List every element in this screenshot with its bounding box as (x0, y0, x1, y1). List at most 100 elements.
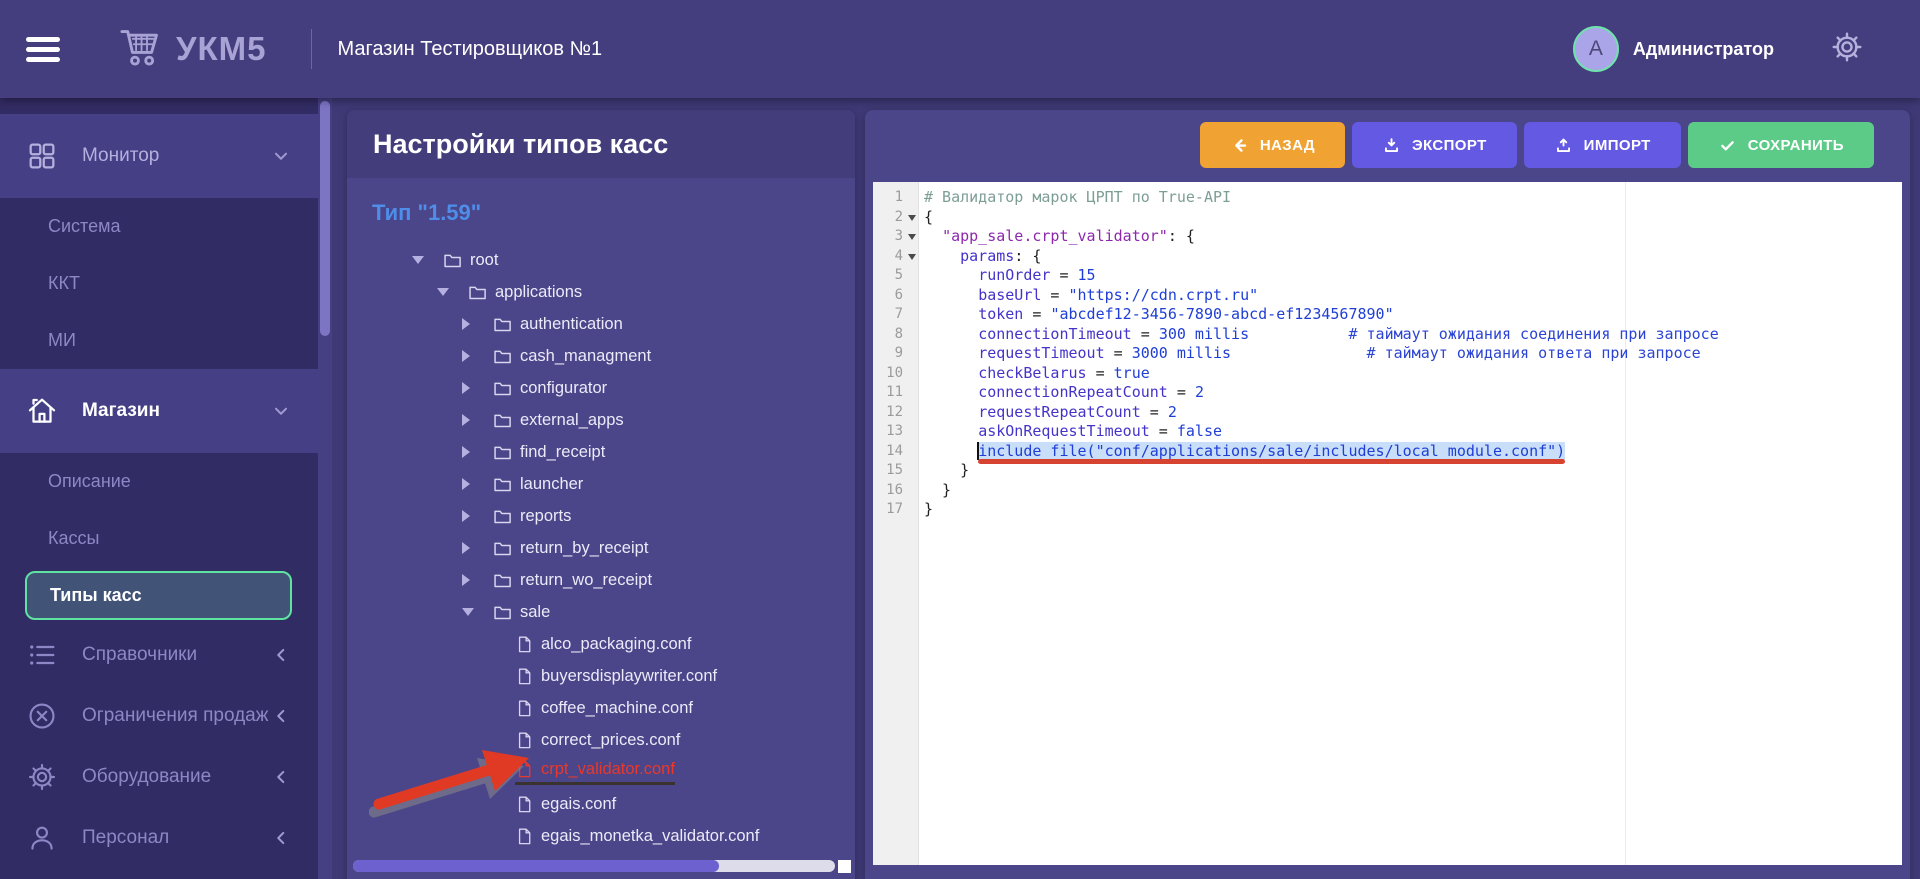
expand-arrow-icon[interactable] (462, 542, 492, 554)
file-icon (515, 731, 534, 750)
tree-node-label: sale (520, 602, 551, 621)
sidebar-section-1[interactable]: Монитор (0, 114, 318, 198)
tree-node[interactable]: buyersdisplaywriter.conf (347, 660, 855, 692)
menu-icon[interactable] (26, 32, 60, 67)
chevron-left-icon (270, 705, 292, 727)
user-name: Администратор (1632, 38, 1774, 59)
sidebar-section-label: Ограничения продаж (82, 704, 269, 726)
fold-arrow-icon[interactable] (908, 253, 916, 260)
code-line: include file("conf/applications/sale/inc… (924, 441, 1902, 462)
code-line: runOrder = 15 (978, 266, 1096, 284)
line-number: 10 (886, 364, 903, 381)
sidebar-item[interactable]: Описание (0, 453, 318, 510)
editor-code-area[interactable]: # Валидатор марок ЦРПТ по True-API{ "app… (919, 182, 1902, 865)
sidebar-section-label: Монитор (82, 145, 160, 166)
tree-node[interactable]: egais_monetka_validator.conf (347, 820, 855, 852)
cart-logo-icon (118, 27, 164, 72)
tree-node[interactable]: applications (347, 276, 855, 308)
code-line: # Валидатор марок ЦРПТ по True-API (924, 188, 1232, 206)
tree-node-label: reports (520, 506, 572, 525)
line-number: 14 (886, 442, 903, 459)
app-logo[interactable]: УКМ5 (118, 27, 267, 72)
sidebar-item[interactable]: ККТ (0, 255, 318, 312)
sidebar-section-2[interactable]: Магазин (0, 369, 318, 453)
fold-arrow-icon[interactable] (908, 234, 916, 240)
upload-icon (1554, 136, 1573, 155)
tree-node[interactable]: return_wo_receipt (347, 564, 855, 596)
tree-node[interactable]: alco_packaging.conf (347, 628, 855, 660)
sidebar-section-label: Магазин (82, 400, 160, 421)
tree-node[interactable]: egais.conf (347, 788, 855, 820)
sidebar-section-4[interactable]: Ограничения продаж (0, 685, 318, 746)
tree-node[interactable]: reports (347, 500, 855, 532)
tree-node-label: configurator (520, 378, 608, 397)
tree-node[interactable]: sale (347, 596, 855, 628)
sidebar-section-5[interactable]: Оборудование (0, 746, 318, 807)
scrollbar-thumb[interactable] (320, 101, 330, 336)
expand-arrow-icon[interactable] (462, 318, 492, 330)
line-number: 11 (886, 384, 903, 400)
file-icon (515, 699, 534, 718)
tree-node[interactable]: authentication (347, 308, 855, 340)
tree-node[interactable]: launcher (347, 468, 855, 500)
line-number: 16 (886, 481, 903, 498)
сохранить-button[interactable]: СОХРАНИТЬ (1687, 122, 1874, 168)
expand-arrow-icon[interactable] (462, 510, 492, 522)
home-icon (25, 394, 59, 428)
tree-horizontal-scrollbar[interactable] (353, 860, 835, 872)
экспорт-button[interactable]: ЭКСПОРТ (1351, 122, 1517, 168)
импорт-button[interactable]: ИМПОРТ (1523, 122, 1681, 168)
sidebar-section-6[interactable]: Персонал (0, 807, 318, 868)
editor-gutter: 1 2 3 4 5 6 7 8 9 10 11 12 13 14 15 16 17 (873, 182, 919, 865)
gear-icon[interactable] (1830, 30, 1864, 69)
code-line: } (924, 480, 952, 499)
tree-node[interactable]: external_apps (347, 404, 855, 436)
expand-arrow-icon[interactable] (462, 350, 492, 362)
code-editor[interactable]: 1 2 3 4 5 6 7 8 9 10 11 12 13 14 15 16 17 # Валидатор ма… (873, 182, 1902, 865)
sidebar-item[interactable]: Кассы (0, 510, 318, 567)
collapse-arrow-icon[interactable] (437, 288, 467, 296)
panel-header: Настройки типов касс (347, 110, 855, 178)
arrow-left-icon (1230, 136, 1249, 155)
fold-arrow-icon[interactable] (908, 214, 916, 221)
expand-arrow-icon[interactable] (462, 574, 492, 586)
tree-node[interactable]: correct_prices.conf (347, 724, 855, 756)
scrollbar-thumb[interactable] (353, 860, 720, 872)
tree-node[interactable]: cash_managment (347, 340, 855, 372)
tree-node[interactable]: configurator (347, 372, 855, 404)
tree-node[interactable]: find_receipt (347, 436, 855, 468)
tree-vertical-scrollbar[interactable] (318, 98, 332, 879)
sidebar-item[interactable]: МИ (0, 312, 318, 369)
expand-arrow-icon[interactable] (462, 446, 492, 458)
scrollbar-corner (838, 860, 851, 873)
sidebar-section-3[interactable]: Справочники (0, 624, 318, 685)
tree-node[interactable]: coffee_machine.conf (347, 692, 855, 724)
tree-node[interactable]: crpt_validator.conf (347, 756, 855, 788)
folder-icon (492, 378, 513, 399)
code-line: params: { (960, 246, 1042, 265)
sidebar-item[interactable]: Типы касс (25, 571, 292, 620)
code-line: token = "abcdef12-3456-7890-abcd-ef12345… (978, 305, 1394, 323)
cash-types-panel: Настройки типов касс Тип "1.59" root appl… (347, 110, 855, 879)
expand-arrow-icon[interactable] (462, 382, 492, 394)
folder-icon (492, 538, 513, 559)
collapse-arrow-icon[interactable] (462, 608, 492, 616)
tree-node-label: cash_managment (520, 346, 652, 365)
tree-node[interactable]: root (347, 244, 855, 276)
tree-node-label: root (470, 250, 499, 269)
code-line: connectionRepeatCount = 2 (978, 383, 1204, 401)
tree-node-label: external_apps (520, 410, 624, 429)
tree-node-label: egais_monetka_validator.conf (541, 826, 760, 845)
expand-arrow-icon[interactable] (462, 414, 492, 426)
sidebar: Монитор Система ККТ МИ Магазин Описание Кассы Т… (0, 98, 318, 879)
code-line: connectionTimeout = 300 millis # таймаут… (978, 324, 1719, 343)
collapse-arrow-icon[interactable] (412, 256, 442, 264)
folder-icon (492, 474, 513, 495)
expand-arrow-icon[interactable] (462, 478, 492, 490)
selected-code: include file("conf/applications/sale/inc… (978, 441, 1566, 460)
назад-button[interactable]: НАЗАД (1199, 122, 1345, 168)
avatar[interactable]: А (1572, 26, 1619, 72)
sidebar-item[interactable]: Система (0, 198, 318, 255)
tree-node[interactable]: return_by_receipt (347, 532, 855, 564)
line-number: 15 (886, 462, 903, 478)
